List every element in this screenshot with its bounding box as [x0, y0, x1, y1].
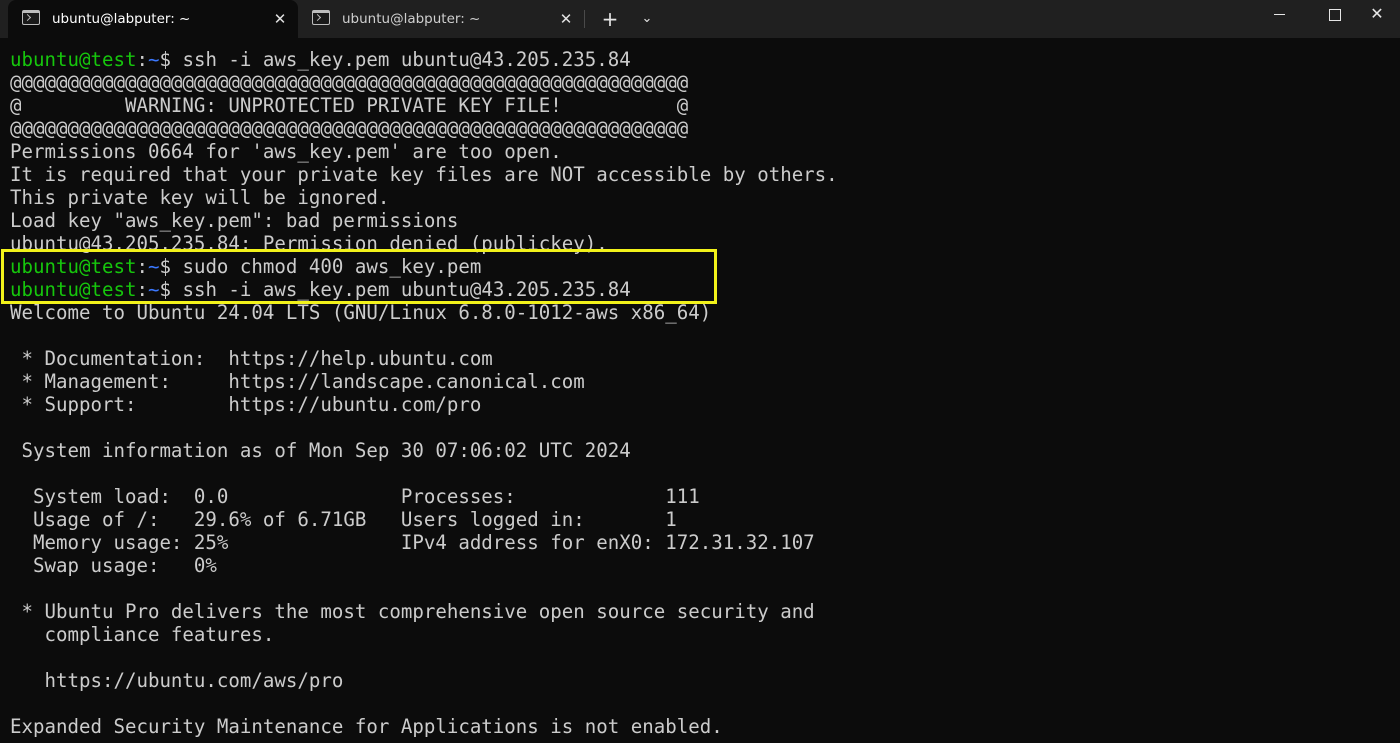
terminal-output[interactable]: ubuntu@test:~$ ssh -i aws_key.pem ubuntu… — [10, 48, 1395, 743]
output-line: Usage of /: 29.6% of 6.71GB Users logged… — [10, 508, 677, 531]
output-line: * Support: https://ubuntu.com/pro — [10, 393, 482, 416]
tab-terminal-1[interactable]: ubuntu@labputer: ~ ✕ — [8, 0, 298, 38]
output-line: Expanded Security Maintenance for Applic… — [10, 715, 723, 738]
chevron-down-icon[interactable]: ⌄ — [634, 6, 660, 32]
tab-terminal-2[interactable]: ubuntu@labputer: ~ ✕ — [298, 0, 584, 38]
output-line: @ WARNING: UNPROTECTED PRIVATE KEY FILE!… — [10, 94, 689, 117]
prompt-user-host: ubuntu@test — [10, 255, 137, 278]
tab-label: ubuntu@labputer: ~ — [342, 11, 481, 27]
output-line: @@@@@@@@@@@@@@@@@@@@@@@@@@@@@@@@@@@@@@@@… — [10, 117, 689, 140]
terminal-icon — [22, 10, 40, 25]
minimize-button[interactable] — [1256, 0, 1302, 30]
prompt-dollar: $ — [159, 255, 171, 278]
output-line: It is required that your private key fil… — [10, 163, 838, 186]
prompt-dollar: $ — [159, 278, 171, 301]
minimize-icon — [1273, 14, 1285, 15]
tab-bar: ubuntu@labputer: ~ ✕ ubuntu@labputer: ~ … — [0, 0, 1400, 38]
output-line: Swap usage: 0% — [10, 554, 217, 577]
prompt-colon: : — [136, 278, 148, 301]
close-window-button[interactable]: ✕ — [1354, 0, 1400, 30]
close-icon: ✕ — [1370, 4, 1384, 23]
close-tab-icon[interactable]: ✕ — [270, 9, 290, 29]
output-line: * Documentation: https://help.ubuntu.com — [10, 347, 493, 370]
output-line: System information as of Mon Sep 30 07:0… — [10, 439, 631, 462]
output-line: https://ubuntu.com/aws/pro — [10, 669, 344, 692]
prompt-colon: : — [136, 255, 148, 278]
output-line: Memory usage: 25% IPv4 address for enX0:… — [10, 531, 815, 554]
prompt-line: ubuntu@test:~$ ssh -i aws_key.pem ubuntu… — [10, 278, 1395, 301]
prompt-line: ubuntu@test:~$ sudo chmod 400 aws_key.pe… — [10, 255, 1395, 278]
prompt-user-host: ubuntu@test — [10, 48, 137, 71]
command-text: sudo chmod 400 aws_key.pem — [170, 255, 482, 278]
close-tab-icon[interactable]: ✕ — [556, 9, 576, 29]
maximize-icon — [1329, 8, 1341, 21]
output-line: Welcome to Ubuntu 24.04 LTS (GNU/Linux 6… — [10, 301, 712, 324]
prompt-line: ubuntu@test:~$ ssh -i aws_key.pem ubuntu… — [10, 48, 1395, 71]
prompt-path: ~ — [147, 278, 160, 301]
prompt-user-host: ubuntu@test — [10, 278, 137, 301]
terminal-icon — [312, 10, 330, 25]
new-tab-plus-icon[interactable]: + — [596, 6, 624, 32]
output-line: This private key will be ignored. — [10, 186, 390, 209]
prompt-path: ~ — [147, 255, 160, 278]
command-text: ssh -i aws_key.pem ubuntu@43.205.235.84 — [170, 48, 631, 71]
output-line: Permissions 0664 for 'aws_key.pem' are t… — [10, 140, 562, 163]
output-line: Load key "aws_key.pem": bad permissions — [10, 209, 459, 232]
tab-label: ubuntu@labputer: ~ — [52, 11, 191, 27]
prompt-dollar: $ — [159, 48, 171, 71]
maximize-button[interactable] — [1312, 0, 1358, 30]
terminal-window: ubuntu@labputer: ~ ✕ ubuntu@labputer: ~ … — [0, 0, 1400, 743]
output-line: * Ubuntu Pro delivers the most comprehen… — [10, 600, 815, 623]
prompt-path: ~ — [147, 48, 160, 71]
output-line: @@@@@@@@@@@@@@@@@@@@@@@@@@@@@@@@@@@@@@@@… — [10, 71, 689, 94]
command-text: ssh -i aws_key.pem ubuntu@43.205.235.84 — [170, 278, 631, 301]
output-line: System load: 0.0 Processes: 111 — [10, 485, 700, 508]
output-line: compliance features. — [10, 623, 275, 646]
output-line: * Management: https://landscape.canonica… — [10, 370, 585, 393]
tab-divider — [584, 10, 585, 28]
output-line: ubuntu@43.205.235.84: Permission denied … — [10, 232, 608, 255]
prompt-colon: : — [136, 48, 148, 71]
